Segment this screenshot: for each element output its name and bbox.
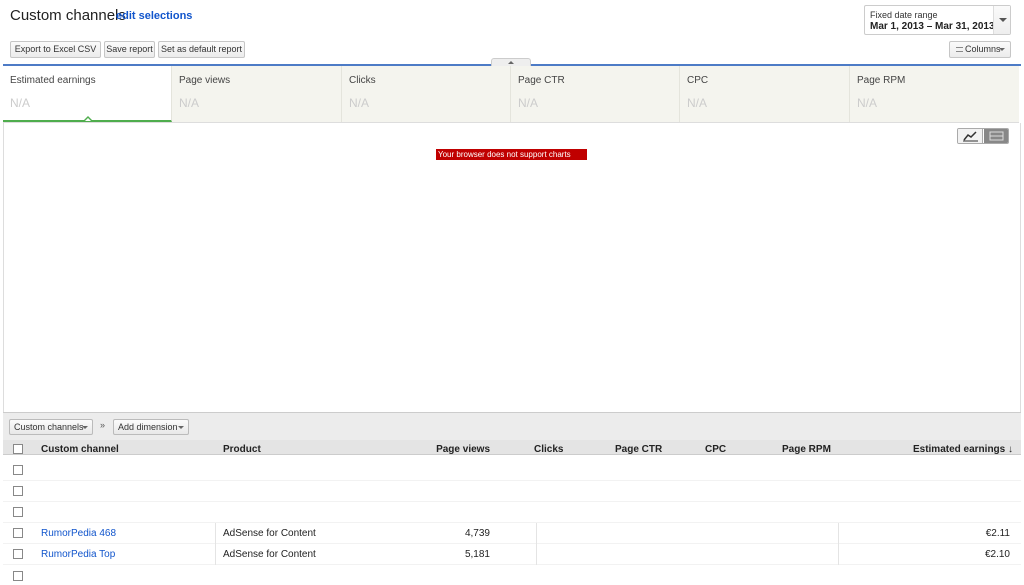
row-checkbox[interactable] <box>13 549 23 559</box>
column-header-page-views[interactable]: Page views <box>403 444 490 455</box>
column-header-estimated-earnings[interactable]: Estimated earnings ↓ <box>883 444 1013 455</box>
cell-divider <box>215 523 216 544</box>
channel-link[interactable]: RumorPedia 468 <box>41 528 116 539</box>
collapse-chart-toggle[interactable] <box>491 58 531 66</box>
metric-name: Page RPM <box>857 75 906 86</box>
chevron-down-icon[interactable] <box>993 6 1010 34</box>
earnings-cell: €2.11 <box>985 528 1010 539</box>
metric-name: Clicks <box>349 75 376 86</box>
metric-value: N/A <box>518 96 539 110</box>
chart-view-toggle[interactable] <box>957 128 1009 144</box>
cell-divider <box>536 523 537 544</box>
column-header-clicks[interactable]: Clicks <box>534 444 563 455</box>
columns-button[interactable]: Columns <box>949 41 1011 58</box>
page-views-cell: 5,181 <box>464 549 490 560</box>
table-view-icon[interactable] <box>984 129 1008 143</box>
table-row <box>3 481 1021 502</box>
metric-name: CPC <box>687 75 709 86</box>
table-row: RumorPedia 468 AdSense for Content 4,739… <box>3 523 1021 544</box>
set-default-report-button[interactable]: Set as default report <box>158 41 245 58</box>
metric-tab-page-views[interactable]: Page views N/A <box>172 66 342 122</box>
line-chart-icon[interactable] <box>958 129 983 143</box>
metric-name: Page CTR <box>518 75 565 86</box>
metric-tab-page-ctr[interactable]: Page CTR N/A <box>511 66 680 122</box>
metric-value: N/A <box>687 96 708 110</box>
dropdown-label: Custom channels <box>14 422 84 432</box>
columns-label: Columns <box>965 44 1001 54</box>
column-header-page-rpm[interactable]: Page RPM <box>782 444 831 455</box>
cell-divider <box>536 544 537 565</box>
table-row: RumorPedia Top AdSense for Content 5,181… <box>3 544 1021 565</box>
earnings-cell: €2.10 <box>984 549 1010 560</box>
metric-value: N/A <box>349 96 370 110</box>
row-checkbox[interactable] <box>13 528 23 538</box>
dropdown-label: Add dimension <box>118 422 178 432</box>
divider <box>1020 123 1021 413</box>
add-dimension-dropdown[interactable]: Add dimension <box>113 419 189 435</box>
date-range-label: Fixed date range <box>870 10 938 20</box>
report-header: Custom channels edit selections Fixed da… <box>0 0 1024 64</box>
metric-name: Estimated earnings <box>10 75 96 86</box>
row-checkbox[interactable] <box>13 486 23 496</box>
cell-divider <box>838 544 839 565</box>
caret-down-icon <box>82 426 88 429</box>
divider <box>3 123 4 413</box>
edit-selections-link[interactable]: edit selections <box>116 10 192 22</box>
cell-divider <box>215 544 216 565</box>
metric-tab-page-rpm[interactable]: Page RPM N/A <box>850 66 1019 122</box>
page-title: Custom channels <box>10 7 126 24</box>
caret-down-icon <box>178 426 184 429</box>
select-all-checkbox[interactable] <box>13 444 23 454</box>
row-checkbox[interactable] <box>13 571 23 581</box>
export-csv-button[interactable]: Export to Excel CSV <box>10 41 101 58</box>
table-row <box>3 460 1021 481</box>
row-checkbox[interactable] <box>13 465 23 475</box>
column-header-page-ctr[interactable]: Page CTR <box>615 444 662 455</box>
column-header-cpc[interactable]: CPC <box>705 444 726 455</box>
metric-value: N/A <box>10 96 31 110</box>
caret-down-icon <box>999 48 1005 51</box>
table-row <box>3 565 1021 585</box>
product-cell: AdSense for Content <box>223 549 316 560</box>
column-header-product[interactable]: Product <box>223 444 261 455</box>
row-checkbox[interactable] <box>13 507 23 517</box>
save-report-button[interactable]: Save report <box>104 41 155 58</box>
page-views-cell: 4,739 <box>464 528 490 539</box>
chart-error-message: Your browser does not support charts <box>436 149 587 160</box>
custom-channels-dropdown[interactable]: Custom channels <box>9 419 93 435</box>
table-row <box>3 502 1021 523</box>
columns-icon <box>956 47 963 53</box>
metric-tab-clicks[interactable]: Clicks N/A <box>342 66 511 122</box>
breadcrumb-separator: » <box>100 420 106 430</box>
metric-name: Page views <box>179 75 231 86</box>
metric-value: N/A <box>857 96 878 110</box>
cell-divider <box>838 523 839 544</box>
date-range-picker[interactable]: Fixed date range Mar 1, 2013 – Mar 31, 2… <box>864 5 1011 35</box>
dimension-bar: Custom channels » Add dimension <box>3 412 1021 440</box>
metric-tab-estimated-earnings[interactable]: Estimated earnings N/A <box>3 66 172 122</box>
column-header-custom-channel[interactable]: Custom channel <box>41 444 119 455</box>
active-indicator <box>83 116 93 122</box>
metric-tab-cpc[interactable]: CPC N/A <box>680 66 850 122</box>
table-header: Custom channel Product Page views Clicks… <box>3 440 1021 455</box>
metric-tabs: Estimated earnings N/A Page views N/A Cl… <box>3 66 1019 123</box>
product-cell: AdSense for Content <box>223 528 316 539</box>
channel-link[interactable]: RumorPedia Top <box>41 549 115 560</box>
date-range-value: Mar 1, 2013 – Mar 31, 2013 <box>870 21 995 32</box>
metric-value: N/A <box>179 96 200 110</box>
